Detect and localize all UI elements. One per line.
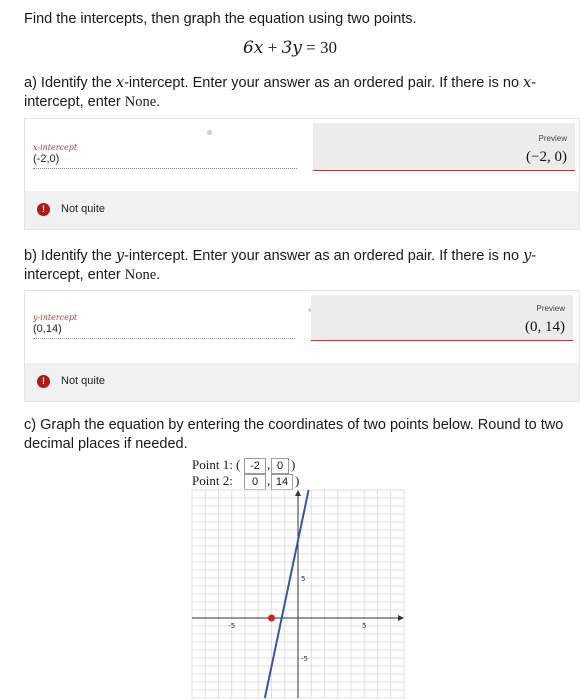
preview-label: Preview [536,304,565,313]
tick-label-y-neg: -5 [301,655,308,663]
comma: , [267,457,271,472]
instructions-text: Find the intercepts, then graph the equa… [24,11,417,27]
part-b-prompt: b) Identify the y-intercept. Enter your … [24,248,537,283]
comma: , [267,473,271,488]
preview-underline [313,170,575,171]
caret-dot-icon [207,130,212,135]
feedback-box-b: ! Not quite [25,363,579,401]
preview-value: (−2, 0) [526,149,567,165]
preview-value: (0, 14) [525,319,565,335]
equation-display: 6x + 3y = 30 [242,38,337,58]
tick-label-x-pos: 5 [362,622,366,630]
preview-underline [311,340,573,341]
x-intercept-input[interactable]: (-2,0) [33,149,297,169]
point1-label: Point 1: [192,457,233,472]
part-b-card: y-intercept (0,14) Preview (0, 14) ! Not… [24,290,580,402]
close-paren: ) [295,473,300,488]
coordinate-graph[interactable]: -5 5 5 -5 [190,488,406,700]
part-a-prompt: a) Identify the x-intercept. Enter your … [24,75,537,110]
y-intercept-input[interactable]: (0,14) [33,319,295,339]
x-intercept-preview: Preview (−2, 0) [313,123,575,171]
tick-label-x-neg: -5 [228,622,235,630]
plotted-point [268,614,275,622]
y-intercept-preview: Preview (0, 14) [311,295,573,341]
feedback-text: Not quite [61,375,106,387]
close-paren: ) [291,457,296,472]
alert-icon: ! [37,375,50,388]
part-c-prompt: c) Graph the equation by entering the co… [24,417,564,452]
preview-label: Preview [538,134,567,143]
point2-label: Point 2: [192,473,233,488]
tick-label-y-pos: 5 [301,575,305,583]
feedback-box-a: ! Not quite [25,191,579,229]
alert-icon: ! [37,203,50,216]
feedback-text: Not quite [61,203,106,215]
part-a-card: x-intercept (-2,0) Preview (−2, 0) ! Not… [24,118,580,230]
open-paren: ( [236,457,241,472]
point1-x-input[interactable]: -2 [244,458,266,474]
point1-y-input[interactable]: 0 [271,458,289,474]
